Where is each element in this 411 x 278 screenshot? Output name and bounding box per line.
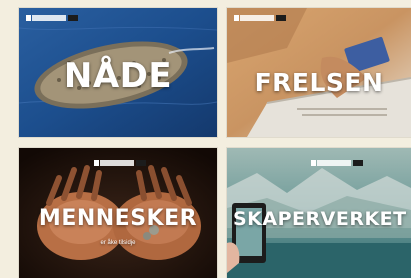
card-frelsen[interactable]: FRELSEN bbox=[227, 8, 411, 137]
card-title: FRELSEN bbox=[254, 68, 384, 97]
card-title: NÅDE bbox=[63, 56, 173, 96]
magazine-badge-icon bbox=[234, 15, 286, 21]
card-title: SKAPERVERKET bbox=[233, 208, 407, 230]
card-skaperverket[interactable]: SKAPERVERKET bbox=[227, 148, 411, 278]
card-title: MENNESKER bbox=[38, 206, 198, 231]
card-nade[interactable]: NÅDE bbox=[19, 8, 217, 137]
magazine-badge-icon bbox=[26, 15, 78, 21]
card-mennesker[interactable]: MENNESKER er åke tilsidje bbox=[19, 148, 217, 278]
magazine-badge-icon bbox=[94, 160, 146, 166]
magazine-badge-icon bbox=[311, 160, 363, 166]
card-subtitle: er åke tilsidje bbox=[100, 240, 136, 246]
